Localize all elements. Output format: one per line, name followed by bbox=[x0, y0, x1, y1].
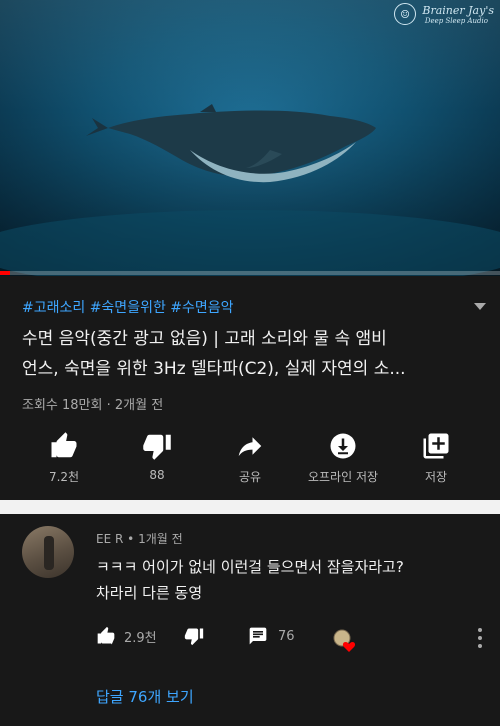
like-count: 7.2천 bbox=[48, 470, 80, 484]
expand-description-icon[interactable] bbox=[474, 303, 486, 310]
comment-actions: 2.9천 76 bbox=[96, 626, 496, 654]
save-label: 저장 bbox=[424, 470, 448, 484]
progress-bar[interactable] bbox=[0, 271, 500, 275]
comment-text-line-2: 차라리 다른 동영 bbox=[96, 584, 203, 602]
video-player[interactable]: ☺ Brainer Jay's Deep Sleep Audio bbox=[0, 0, 500, 276]
channel-watermark: ☺ Brainer Jay's Deep Sleep Audio bbox=[394, 2, 494, 30]
comment-author-line: EE R • 1개월 전 bbox=[96, 530, 183, 547]
download-icon bbox=[330, 433, 356, 459]
hashtags[interactable]: #고래소리 #숙면을위한 #수면음악 bbox=[22, 297, 234, 317]
comment-reply-count: 76 bbox=[278, 628, 295, 644]
comment-dislike-button[interactable] bbox=[184, 626, 204, 646]
video-meta: 조회수 18만회 · 2개월 전 bbox=[22, 398, 164, 413]
action-bar: 7.2천 88 공유 오프라인 저장 저장 bbox=[0, 430, 500, 492]
save-button[interactable]: 저장 bbox=[386, 430, 486, 485]
comment-text-line-1: ㅋㅋㅋ 어이가 없네 이런걸 들으면서 잠을자라고? bbox=[96, 558, 404, 576]
whale-image bbox=[0, 104, 500, 276]
add-to-playlist-icon bbox=[423, 433, 449, 459]
thumbs-down-icon bbox=[184, 628, 204, 646]
reply-comment-icon bbox=[249, 627, 267, 645]
progress-fill bbox=[0, 271, 10, 275]
section-divider bbox=[0, 500, 500, 514]
comment-text: ㅋㅋㅋ 어이가 없네 이런걸 들으면서 잠을자라고? 차라리 다른 동영 bbox=[96, 554, 486, 606]
dislike-button[interactable]: 88 bbox=[107, 430, 207, 482]
like-button[interactable]: 7.2천 bbox=[14, 430, 114, 485]
dislike-count: 88 bbox=[149, 468, 165, 482]
offline-save-label: 오프라인 저장 bbox=[307, 470, 379, 484]
thumbs-down-icon bbox=[143, 434, 171, 460]
comment-more-icon[interactable] bbox=[478, 628, 482, 648]
share-icon bbox=[238, 437, 262, 456]
view-replies-link[interactable]: 답글 76개 보기 bbox=[96, 686, 194, 707]
comment-reply-button[interactable]: 76 bbox=[248, 626, 295, 646]
video-title: 수면 음악(중간 광고 없음) | 고래 소리와 물 속 앰비 언스, 숙면을 … bbox=[22, 324, 478, 384]
creator-heart-icon bbox=[333, 629, 356, 652]
thumbs-up-icon bbox=[97, 626, 115, 645]
thumbs-up-icon bbox=[51, 432, 77, 458]
watermark-subtext: Deep Sleep Audio bbox=[424, 17, 488, 25]
comment-like-button[interactable]: 2.9천 bbox=[96, 626, 157, 646]
video-title-line-1: 수면 음악(중간 광고 없음) | 고래 소리와 물 속 앰비 bbox=[22, 329, 387, 349]
watermark-text: Brainer Jay's bbox=[422, 4, 494, 17]
comment-like-count: 2.9천 bbox=[124, 630, 157, 646]
offline-save-button[interactable]: 오프라인 저장 bbox=[293, 430, 393, 485]
separator-dot: • bbox=[127, 532, 139, 546]
share-label: 공유 bbox=[238, 470, 262, 484]
comment: EE R • 1개월 전 ㅋㅋㅋ 어이가 없네 이런걸 들으면서 잠을자라고? … bbox=[0, 514, 500, 726]
avatar-figure bbox=[44, 536, 54, 570]
video-title-line-2: 언스, 숙면을 위한 3Hz 델타파(C2), 실제 자연의 소... bbox=[22, 359, 406, 379]
comment-time: 1개월 전 bbox=[138, 532, 183, 546]
avatar[interactable] bbox=[22, 526, 74, 578]
channel-logo-icon: ☺ bbox=[394, 3, 416, 25]
share-button[interactable]: 공유 bbox=[200, 430, 300, 485]
comment-author[interactable]: EE R bbox=[96, 532, 123, 546]
